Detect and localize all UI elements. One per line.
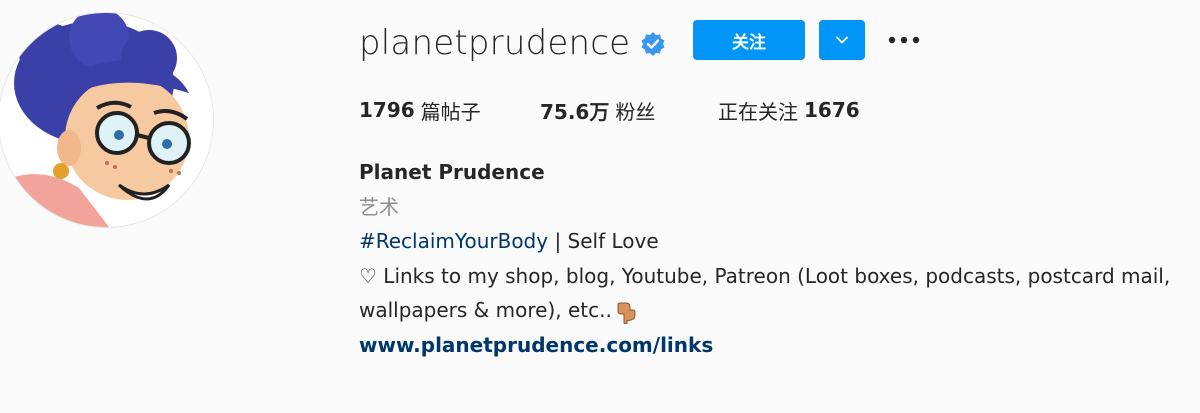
followers-link[interactable]: 75.6万 粉丝 [540,96,718,125]
more-options-icon [888,36,920,44]
website-link-row: www.planetprudence.com/links [359,328,1170,363]
username: planetprudence [359,23,631,63]
posts-count: 1796 篇帖子 [359,96,540,125]
chevron-down-icon [836,36,848,44]
more-options-button[interactable] [884,28,924,52]
bio-line-links: ♡ Links to my shop, blog, Youtube, Patre… [359,259,1170,294]
followers-number: 75.6万 [540,99,610,124]
avatar-illustration [0,13,213,227]
suggested-accounts-dropdown-button[interactable] [819,20,865,60]
bio-line-hashtag: #ReclaimYourBody | Self Love [359,224,1170,259]
following-number: 1676 [804,98,860,122]
follow-button[interactable]: 关注 [693,20,805,60]
bio-links-text: Links to my shop, blog, Youtube, Patreon… [376,263,1171,288]
avatar[interactable] [0,12,214,228]
full-name: Planet Prudence [359,160,545,184]
category-label: 艺术 [359,194,399,219]
posts-number: 1796 [359,98,415,122]
website-link[interactable]: www.planetprudence.com/links [359,333,713,357]
bio-more-text: wallpapers & more), etc.. [359,298,612,322]
heart-icon: ♡ [359,263,377,288]
hashtag-link[interactable]: #ReclaimYourBody [359,229,548,253]
following-label: 正在关注 [718,99,798,124]
verified-badge-icon [640,31,666,57]
bio-hashtag-suffix: | Self Love [548,229,659,253]
pointing-down-hand-icon [614,300,636,324]
profile-header: planetprudence [359,18,666,68]
profile-bio: Planet Prudence 艺术 #ReclaimYourBody | Se… [359,155,1170,362]
followers-label: 粉丝 [615,99,656,124]
bio-line-more: wallpapers & more), etc.. [359,293,1170,328]
following-link[interactable]: 正在关注 1676 [718,96,860,125]
profile-stats: 1796 篇帖子 75.6万 粉丝 正在关注 1676 [359,95,860,125]
posts-label: 篇帖子 [420,99,481,124]
